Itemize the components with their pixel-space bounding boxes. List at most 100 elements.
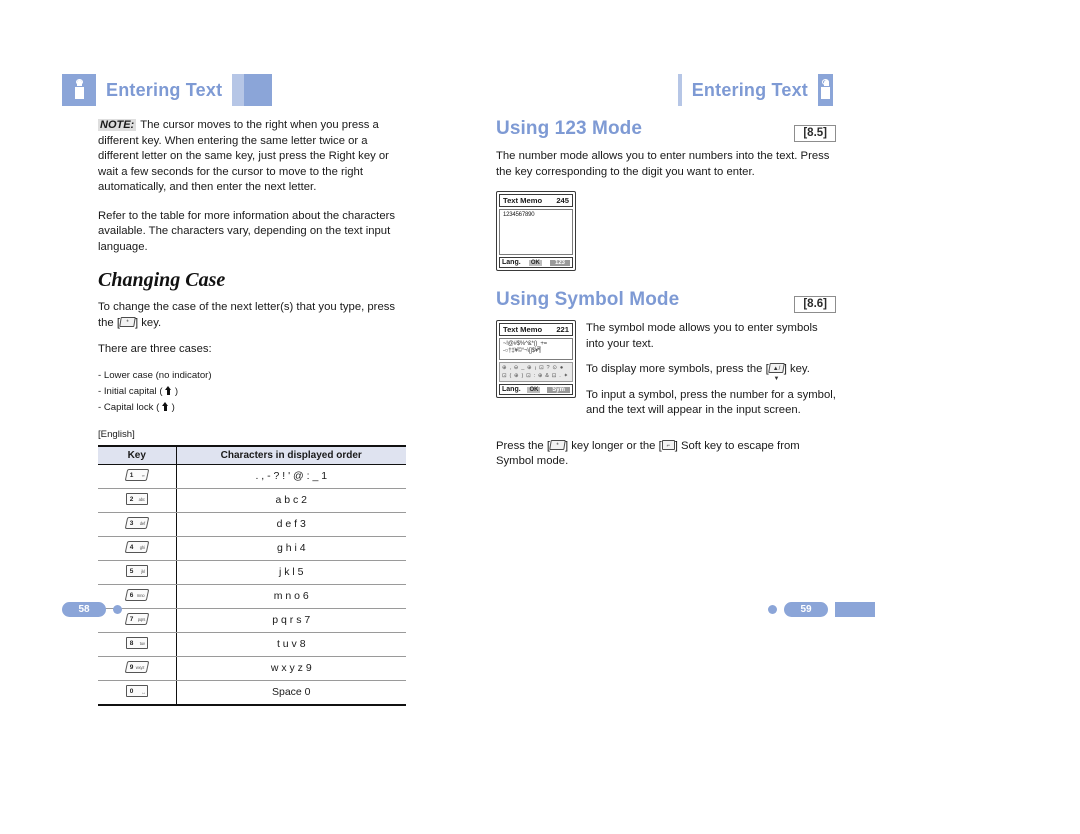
arrow-up-icon [161, 401, 169, 411]
header-title-box-right: Entering Text [681, 74, 818, 106]
header-accent-light-left [232, 74, 245, 106]
column-header-characters: Characters in displayed order [176, 444, 406, 465]
chars-cell: t u v 8 [176, 632, 406, 657]
chars-cell: . , - ? ! ' @ : _ 1 [176, 464, 406, 489]
section-heading-changing-case: Changing Case [98, 269, 226, 291]
chars-cell: m n o 6 [176, 584, 406, 609]
three-cases-paragraph: There are three cases: [98, 343, 212, 355]
section-heading-using-symbol-mode: Using Symbol Mode [496, 289, 680, 310]
left-column: NOTE: The cursor moves to the right when … [98, 118, 410, 706]
symbol-palette-row-2: ⊡ ( ⊕ ) ⊡ : ⊕ & ⊡ . ✦ [502, 373, 569, 379]
symbol-para4-mid: ] key longer or the [ [565, 439, 662, 452]
phone-symbol-line-1: ~!@#$%^&*()_+= [503, 341, 547, 347]
key-table-body: 1 ∞ . , - ? ! ' @ : _ 1 2 abc a b c 2 3 def d … [98, 464, 406, 706]
up-down-key-icon: ▲/▼ [767, 363, 785, 382]
phone-key-0-icon: 0 ␣ [125, 684, 148, 697]
section-row-symbol: Using Symbol Mode [8.6] [496, 289, 836, 320]
header-hand-icon-right [818, 74, 833, 106]
column-header-key: Key [98, 444, 177, 465]
header-accent-bar-left [244, 74, 272, 106]
intro-paragraph: Refer to the table for more information … [98, 209, 396, 253]
chars-cell: d e f 3 [176, 512, 406, 537]
phone-screen-symbol-mode: Text Memo 221 ~!@#$%^&*()_+= -○†‡¥©°¬\[]… [496, 320, 576, 398]
case-label-after: ) [174, 385, 179, 397]
phone-text-area: 1234567890 [499, 209, 573, 255]
changing-case-paragraph: To change the case of the next letter(s)… [98, 300, 410, 331]
key-cell: 3 def [98, 512, 177, 537]
chars-cell: g h i 4 [176, 536, 406, 561]
softkey-center-ok[interactable]: OK [527, 386, 541, 393]
case-label: - Initial capital ( [98, 385, 163, 397]
table-row: 6 mno m n o 6 [98, 584, 406, 609]
list-item: - Capital lock ( ) [98, 401, 410, 415]
table-row: 2 abc a b c 2 [98, 488, 406, 513]
list-item: - Initial capital ( ) [98, 385, 410, 399]
case-list: - Lower case (no indicator) - Initial ca… [98, 369, 410, 415]
header-hand-icon-left [62, 74, 96, 106]
key-cell: 9 wxyz [98, 656, 177, 681]
section-row-123: Using 123 Mode [8.5] [496, 118, 836, 149]
chars-cell: p q r s 7 [176, 608, 406, 633]
using-123-body: The number mode allows you to enter numb… [496, 150, 830, 178]
phone-key-5-icon: 5 jkl [125, 564, 148, 577]
phone-key-8-icon: 8 tuv [125, 636, 148, 649]
symbol-mode-para-3: To input a symbol, press the number for … [586, 388, 836, 417]
case-label: - Lower case (no indicator) [98, 369, 212, 381]
page-header-left: Entering Text [62, 74, 272, 106]
softkey-right-mode[interactable]: 123 [549, 259, 570, 266]
symbol-palette-row-1: ⊕ , ⊖ _ ⊕ ¡ ⊡ ? ⊙ ● [502, 365, 564, 371]
key-character-table: Key Characters in displayed order 1 ∞ . , … [98, 444, 406, 706]
phone-key-6-icon: 6 mno [124, 588, 150, 601]
symbol-mode-para-2: To display more symbols, press the [▲/▼]… [586, 362, 836, 382]
phone-softkey-bar: Lang. OK 123 [499, 257, 573, 268]
phone-titlebar: Text Memo 245 [499, 194, 573, 207]
page-footer-right: 59 [768, 602, 875, 617]
star-key-icon: * [549, 439, 566, 450]
case-label: - Capital lock ( [98, 401, 160, 413]
softkey-center-ok[interactable]: OK [528, 259, 542, 266]
hand-press-icon [72, 79, 87, 100]
phone-title-text: Text Memo [503, 196, 543, 205]
changing-case-text-after: ] key. [134, 316, 162, 329]
phone-key-3-icon: 3 def [124, 516, 150, 529]
phone-char-counter: 245 [556, 196, 569, 205]
footer-accent-bar [835, 602, 875, 617]
section-reference-85: [8.5] [794, 125, 836, 142]
right-column: Using 123 Mode [8.5] The number mode all… [496, 118, 836, 481]
chars-cell: a b c 2 [176, 488, 406, 513]
softkey-left-lang[interactable]: Lang. [502, 259, 521, 266]
phone-symbol-palette[interactable]: ⊕ , ⊖ _ ⊕ ¡ ⊡ ? ⊙ ● ⊡ ( ⊕ ) ⊡ : ⊕ & ⊡ . … [499, 362, 573, 382]
symbol-para4-before: Press the [ [496, 439, 550, 452]
note-label: NOTE: [98, 119, 137, 131]
footer-dot-icon [113, 605, 122, 614]
key-cell: 8 tuv [98, 632, 177, 657]
table-row: 8 tuv t u v 8 [98, 632, 406, 657]
phone-key-2-icon: 2 abc [125, 492, 148, 505]
chars-cell: Space 0 [176, 680, 406, 706]
section-heading-using-123-mode: Using 123 Mode [496, 118, 643, 139]
key-cell: 2 abc [98, 488, 177, 513]
key-cell: 5 jkl [98, 560, 177, 585]
arrow-up-icon [165, 385, 172, 395]
table-header-row: Key Characters in displayed order [98, 444, 406, 465]
soft-key-icon: ⌐ [661, 439, 675, 450]
phone-char-counter: 221 [556, 325, 569, 334]
phone-softkey-bar: Lang. OK Sym [499, 384, 573, 395]
list-item: - Lower case (no indicator) [98, 369, 410, 383]
page-title-left: Entering Text [106, 79, 223, 100]
table-row: 4 ghi g h i 4 [98, 536, 406, 561]
header-title-box-left: Entering Text [96, 74, 233, 106]
note-text: The cursor moves to the right when you p… [98, 119, 389, 193]
softkey-right-mode[interactable]: Sym [547, 386, 570, 393]
phone-text-area: ~!@#$%^&*()_+= -○†‡¥©°¬\[]$¥¶ [499, 338, 573, 360]
page-number-left: 58 [62, 602, 106, 617]
footer-dot-icon [768, 605, 777, 614]
phone-entered-text: 1234567890 [503, 212, 535, 218]
table-row: 3 def d e f 3 [98, 512, 406, 537]
key-cell: 4 ghi [98, 536, 177, 561]
table-row: 0 ␣ Space 0 [98, 680, 406, 706]
softkey-left-lang[interactable]: Lang. [502, 386, 521, 393]
star-key-icon: * [119, 316, 136, 327]
phone-titlebar: Text Memo 221 [499, 323, 573, 336]
phone-key-1-icon: 1 ∞ [124, 468, 150, 481]
